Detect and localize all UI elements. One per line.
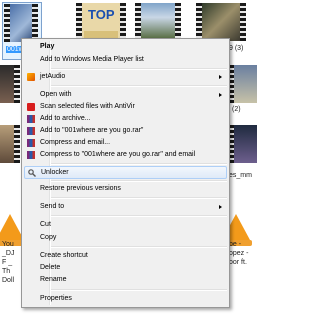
- menu-separator: [51, 85, 227, 87]
- file-label: (2): [232, 106, 241, 113]
- menu-item-label: jetAudio: [40, 73, 66, 80]
- menu-item-label: Copy: [40, 234, 57, 241]
- winrar-icon: [27, 127, 35, 135]
- menu-item-label: Compress and email...: [40, 139, 111, 146]
- menu-separator: [51, 68, 227, 70]
- menu-item-open-with[interactable]: Open with: [24, 89, 227, 101]
- menu-item-unlocker[interactable]: Unlocker: [24, 166, 227, 179]
- menu-item-label: Add to archive...: [40, 115, 91, 122]
- menu-item-send-to[interactable]: Send to: [24, 201, 227, 213]
- menu-separator: [51, 197, 227, 199]
- menu-item-play[interactable]: Play: [24, 41, 227, 53]
- file-thumbnail[interactable]: [196, 3, 246, 41]
- menu-item-jetaudio[interactable]: jetAudio: [24, 71, 227, 83]
- file-thumbnail[interactable]: [0, 65, 20, 103]
- menu-item-restore-previous-versions[interactable]: Restore previous versions: [24, 183, 227, 195]
- menu-item-delete[interactable]: Delete: [24, 262, 227, 274]
- menu-separator: [51, 289, 227, 291]
- menu-item-label: Add to Windows Media Player list: [40, 56, 144, 63]
- antivir-icon: [27, 103, 35, 111]
- menu-item-label: Restore previous versions: [40, 185, 121, 192]
- unlocker-icon: [28, 169, 36, 177]
- file-label: be - opez - oor ft.: [229, 241, 249, 266]
- menu-item-properties[interactable]: Properties: [24, 293, 227, 305]
- file-thumbnail[interactable]: [0, 125, 20, 163]
- menu-item-label: Add to "001where are you go.rar": [40, 127, 144, 134]
- menu-item-add-to-archive[interactable]: Add to archive...: [24, 113, 227, 125]
- menu-item-label: Properties: [40, 295, 72, 302]
- menu-item-create-shortcut[interactable]: Create shortcut: [24, 250, 227, 262]
- menu-separator: [51, 215, 227, 217]
- menu-item-add-to-rar[interactable]: Add to "001where are you go.rar": [24, 125, 227, 137]
- menu-item-rename[interactable]: Rename: [24, 274, 227, 286]
- submenu-arrow-icon: [219, 93, 222, 97]
- menu-item-label: Delete: [40, 264, 61, 271]
- file-thumbnail[interactable]: [135, 3, 181, 39]
- winrar-icon: [27, 139, 35, 147]
- menu-item-label: Send to: [40, 203, 65, 210]
- menu-item-label: Cut: [40, 221, 51, 228]
- file-thumbnail[interactable]: [4, 4, 38, 42]
- file-thumbnail[interactable]: [228, 65, 257, 103]
- menu-separator: [51, 246, 227, 248]
- menu-item-label: Create shortcut: [40, 252, 88, 259]
- file-label: 9 (3): [229, 45, 244, 52]
- menu-item-label: Rename: [40, 276, 67, 283]
- submenu-arrow-icon: [219, 75, 222, 79]
- file-thumbnail[interactable]: TOP: [76, 3, 126, 43]
- menu-separator: [51, 163, 227, 165]
- menu-item-label: Compress to "001where are you go.rar" an…: [40, 151, 196, 158]
- menu-item-scan-antivir[interactable]: Scan selected files with AntiVir: [24, 101, 227, 113]
- menu-item-cut[interactable]: Cut: [24, 219, 227, 231]
- menu-item-compress-to-rar-and-email[interactable]: Compress to "001where are you go.rar" an…: [24, 149, 227, 161]
- menu-item-label: Scan selected files with AntiVir: [40, 103, 135, 110]
- jetaudio-icon: [27, 73, 35, 81]
- winrar-icon: [27, 151, 35, 159]
- menu-separator: [51, 180, 227, 182]
- menu-item-add-to-wmp-list[interactable]: Add to Windows Media Player list: [24, 54, 227, 66]
- menu-item-label: Unlocker: [41, 169, 69, 176]
- file-label: es_mm: [229, 172, 252, 179]
- winrar-icon: [27, 115, 35, 123]
- context-menu: Play Add to Windows Media Player list je…: [21, 38, 230, 308]
- file-thumbnail[interactable]: [228, 125, 257, 163]
- file-label: You _DJ F _ Th Doll: [2, 241, 15, 284]
- submenu-arrow-icon: [219, 205, 222, 209]
- menu-item-copy[interactable]: Copy: [24, 232, 227, 244]
- menu-item-label: Open with: [40, 91, 72, 98]
- menu-item-compress-and-email[interactable]: Compress and email...: [24, 137, 227, 149]
- menu-item-label: Play: [40, 43, 55, 50]
